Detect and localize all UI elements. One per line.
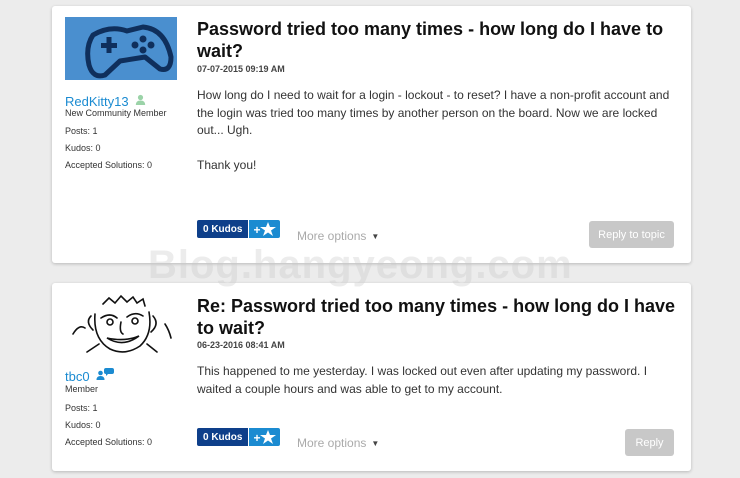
more-options-menu[interactable]: More options ▼: [297, 436, 379, 450]
group-chat-icon: [96, 367, 114, 385]
post-body-paragraph: Thank you!: [197, 157, 257, 172]
author-kudos-count: Kudos: 0: [65, 420, 101, 430]
post-body: How long do I need to wait for a login -…: [197, 87, 672, 191]
post-card: tbc0 Member Posts: 1 Kudos: 0 Accepted S…: [52, 283, 691, 471]
post-title[interactable]: Password tried too many times - how long…: [197, 18, 682, 62]
author-kudos-count: Kudos: 0: [65, 143, 101, 153]
author-rank: Member: [65, 384, 99, 394]
author-rank: New Community Member: [65, 108, 167, 118]
author-accepted-solutions: Accepted Solutions: 0: [65, 437, 153, 447]
reply-button[interactable]: Reply: [625, 429, 674, 456]
more-options-label: More options: [297, 436, 367, 450]
author-name[interactable]: tbc0: [65, 369, 90, 384]
kudos-widget: 0 Kudos +: [197, 220, 281, 238]
author-posts-count: Posts: 1: [65, 403, 98, 413]
plus-star-icon: +: [253, 221, 277, 237]
more-options-menu[interactable]: More options ▼: [297, 229, 379, 243]
post-date: 06-23-2016 08:41 AM: [197, 340, 285, 350]
cartoon-face-avatar[interactable]: [65, 294, 177, 357]
post-card: RedKitty13 New Community Member Posts: 1…: [52, 6, 691, 263]
caret-down-icon: ▼: [371, 438, 380, 448]
gamepad-avatar[interactable]: [65, 17, 177, 80]
post-date: 07-07-2015 09:19 AM: [197, 64, 285, 74]
give-kudos-button[interactable]: +: [249, 428, 281, 446]
post-title[interactable]: Re: Password tried too many times - how …: [197, 295, 682, 339]
kudos-widget: 0 Kudos +: [197, 428, 281, 446]
author-posts-count: Posts: 1: [65, 126, 98, 136]
post-body: This happened to me yesterday. I was loc…: [197, 363, 672, 415]
reply-to-topic-button[interactable]: Reply to topic: [589, 221, 674, 248]
plus-star-icon: +: [253, 429, 277, 445]
more-options-label: More options: [297, 229, 367, 243]
kudos-count[interactable]: 0 Kudos: [197, 220, 249, 238]
post-body-paragraph: How long do I need to wait for a login -…: [197, 88, 670, 137]
author-name[interactable]: RedKitty13: [65, 94, 129, 109]
post-body-paragraph: This happened to me yesterday. I was loc…: [197, 364, 648, 396]
give-kudos-button[interactable]: +: [249, 220, 281, 238]
caret-down-icon: ▼: [371, 231, 380, 241]
author-accepted-solutions: Accepted Solutions: 0: [65, 160, 153, 170]
kudos-count[interactable]: 0 Kudos: [197, 428, 249, 446]
